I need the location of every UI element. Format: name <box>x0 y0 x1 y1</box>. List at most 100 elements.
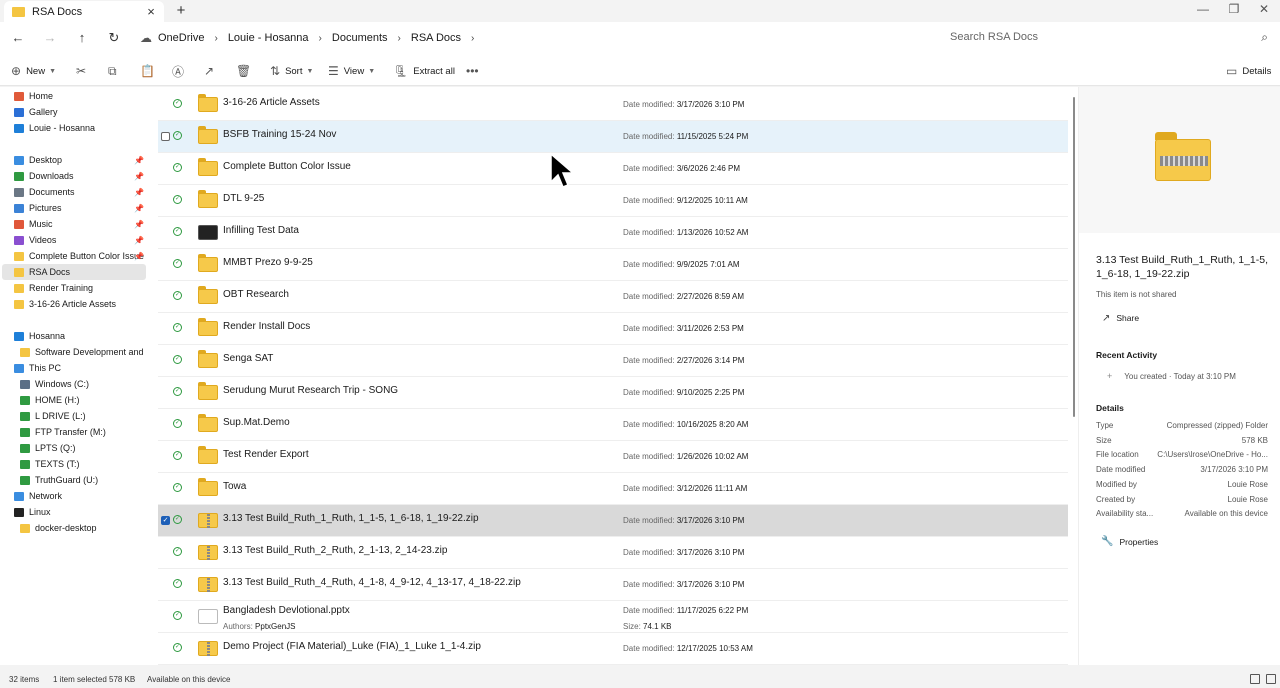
more-options-button[interactable]: ••• <box>466 63 484 79</box>
sidebar-item-home-h[interactable]: HOME (H:) <box>2 392 146 408</box>
pin-icon[interactable]: 📌 <box>134 236 144 245</box>
sidebar-item-complete-button-color-issue[interactable]: Complete Button Color Issue 📌 <box>2 248 146 264</box>
close-window-button[interactable]: ✕ <box>1249 2 1279 18</box>
sync-status-icon: ✓ <box>173 99 182 108</box>
tiles-view-icon[interactable] <box>1266 674 1276 684</box>
pin-icon[interactable]: 📌 <box>134 220 144 229</box>
close-tab-icon[interactable]: × <box>144 4 158 19</box>
sort-button[interactable]: ⇅ Sort ▼ <box>270 63 313 79</box>
chevron-right-icon[interactable]: › <box>471 33 474 44</box>
chevron-right-icon[interactable]: › <box>398 33 401 44</box>
view-button[interactable]: ☰ View ▼ <box>328 63 375 79</box>
chevron-right-icon[interactable]: › <box>214 33 217 44</box>
sidebar-item-3-16-26-article-assets[interactable]: 3-16-26 Article Assets <box>2 296 146 312</box>
search-input[interactable]: Search RSA Docs ⌕ <box>940 28 1274 48</box>
sidebar-item-desktop[interactable]: Desktop 📌 <box>2 152 146 168</box>
file-row[interactable]: ✓ ✓ 3.13 Test Build_Ruth_1_Ruth, 1_1-5, 1_… <box>158 505 1068 537</box>
property-value: 3/17/2026 3:10 PM <box>1200 465 1268 475</box>
file-row[interactable]: ✓ Test Render Export Date modified: 1/26/2… <box>158 441 1068 473</box>
chevron-right-icon[interactable]: › <box>319 33 322 44</box>
sidebar-item-downloads[interactable]: Downloads 📌 <box>2 168 146 184</box>
sidebar-item-videos[interactable]: Videos 📌 <box>2 232 146 248</box>
sidebar-item-label: Windows (C:) <box>35 379 90 389</box>
pin-icon[interactable]: 📌 <box>134 204 144 213</box>
sidebar-item-home[interactable]: Home <box>2 88 146 104</box>
sidebar-item-linux[interactable]: Linux <box>2 504 146 520</box>
pin-icon[interactable]: 📌 <box>134 252 144 261</box>
breadcrumb-onedrive[interactable]: OneDrive <box>158 32 204 44</box>
row-checkbox[interactable] <box>161 132 170 141</box>
file-row[interactable]: ✓ Senga SAT Date modified: 2/27/2026 3:14 … <box>158 345 1068 377</box>
rename-button[interactable]: Ⓐ <box>172 63 189 79</box>
date-modified-value: 2/27/2026 8:59 AM <box>676 292 744 301</box>
paste-button[interactable]: 📋 <box>140 63 160 79</box>
sidebar-item-network[interactable]: Network <box>2 488 146 504</box>
sidebar-item-music[interactable]: Music 📌 <box>2 216 146 232</box>
file-row[interactable]: ✓ Render Install Docs Date modified: 3/11/… <box>158 313 1068 345</box>
scrollbar-thumb[interactable] <box>1073 97 1075 417</box>
sidebar-item-ftp-transfer-m[interactable]: FTP Transfer (M:) <box>2 424 146 440</box>
sidebar-item-louie-hosanna[interactable]: Louie - Hosanna <box>2 120 146 136</box>
breadcrumb-documents[interactable]: Documents <box>332 32 388 44</box>
sidebar-item-render-training[interactable]: Render Training <box>2 280 146 296</box>
new-button[interactable]: ⊕ New ▼ <box>11 63 56 79</box>
file-row[interactable]: ✓ DTL 9-25 Date modified: 9/12/2025 10:11 … <box>158 185 1068 217</box>
file-row[interactable]: ✓ 3.13 Test Build_Ruth_4_Ruth, 4_1-8, 4_9… <box>158 569 1068 601</box>
pin-icon[interactable]: 📌 <box>134 172 144 181</box>
file-row[interactable]: ✓ Infilling Test Data Date modified: 1/13/… <box>158 217 1068 249</box>
file-row[interactable]: ✓ OBT Research Date modified: 2/27/2026 8:… <box>158 281 1068 313</box>
properties-button[interactable]: 🔧 Properties <box>1101 536 1158 547</box>
date-modified-value: 12/17/2025 10:53 AM <box>676 644 753 653</box>
sidebar-item-docker-desktop[interactable]: docker-desktop <box>2 520 146 536</box>
pin-icon[interactable]: 📌 <box>134 188 144 197</box>
sidebar-item-gallery[interactable]: Gallery <box>2 104 146 120</box>
details-pane-button[interactable]: ▭ Details <box>1226 63 1271 79</box>
up-button[interactable]: ↑ <box>74 30 90 46</box>
sidebar-item-this-pc[interactable]: This PC <box>2 360 146 376</box>
sidebar-item-windows-c[interactable]: Windows (C:) <box>2 376 146 392</box>
sidebar-item-pictures[interactable]: Pictures 📌 <box>2 200 146 216</box>
date-modified: Date modified: 3/17/2026 3:10 PM <box>623 580 744 589</box>
back-button[interactable]: ← <box>10 30 26 46</box>
extract-all-button[interactable]: 🗜 Extract all <box>393 63 455 79</box>
sidebar-item-rsa-docs[interactable]: RSA Docs <box>2 264 146 280</box>
file-row[interactable]: ✓ Serudung Murut Research Trip - SONG Date… <box>158 377 1068 409</box>
minimize-button[interactable]: — <box>1188 2 1218 18</box>
share-button[interactable]: ↗ Share <box>1096 310 1145 326</box>
delete-button[interactable]: 🗑 <box>236 63 256 79</box>
file-row[interactable]: ✓ Sup.Mat.Demo Date modified: 10/16/2025 8… <box>158 409 1068 441</box>
sidebar-item-software-development-and-sup[interactable]: Software Development and Sup <box>2 344 146 360</box>
new-tab-button[interactable]: + <box>173 2 189 20</box>
row-checkbox[interactable]: ✓ <box>161 516 170 525</box>
tab-rsa-docs[interactable]: RSA Docs × <box>4 1 164 22</box>
share-button[interactable]: ↗ <box>204 63 219 79</box>
pin-icon[interactable]: 📌 <box>134 156 144 165</box>
sidebar-item-documents[interactable]: Documents 📌 <box>2 184 146 200</box>
file-row[interactable]: ✓ Towa Date modified: 3/12/2026 11:11 AM <box>158 473 1068 505</box>
this-pc-icon <box>14 363 24 373</box>
sidebar-item-label: Music <box>29 219 53 229</box>
file-row[interactable]: ✓ Bangladesh Devlotional.pptx Authors: Ppt… <box>158 601 1068 633</box>
forward-button[interactable]: → <box>42 30 58 46</box>
refresh-button[interactable]: ↻ <box>106 30 122 46</box>
sidebar-item-texts-t[interactable]: TEXTS (T:) <box>2 456 146 472</box>
sidebar-item-lpts-q[interactable]: LPTS (Q:) <box>2 440 146 456</box>
file-row[interactable]: ✓ 3-16-26 Article Assets Date modified: 3/… <box>158 89 1068 121</box>
sync-status-icon: ✓ <box>173 483 182 492</box>
file-row[interactable]: ✓ 3.13 Test Build_Ruth_2_Ruth, 2_1-13, 2_… <box>158 537 1068 569</box>
cut-button[interactable]: ✂ <box>76 63 91 79</box>
restore-button[interactable]: ❐ <box>1219 2 1249 18</box>
file-row[interactable]: ✓ Demo Project (FIA Material)_Luke (FIA)_… <box>158 633 1068 665</box>
copy-button[interactable]: ⧉ <box>108 63 122 79</box>
l-drive-l-icon <box>20 411 30 421</box>
file-row[interactable]: ✓ Complete Button Color Issue Date modifie… <box>158 153 1068 185</box>
sidebar-item-l-drive-l[interactable]: L DRIVE (L:) <box>2 408 146 424</box>
file-row[interactable]: ✓ MMBT Prezo 9-9-25 Date modified: 9/9/202… <box>158 249 1068 281</box>
scrollbar[interactable] <box>1070 87 1078 665</box>
sidebar-item-hosanna[interactable]: Hosanna <box>2 328 146 344</box>
file-row[interactable]: ✓ BSFB Training 15-24 Nov Date modified: 1… <box>158 121 1068 153</box>
breadcrumb-louie-hosanna[interactable]: Louie - Hosanna <box>228 32 309 44</box>
details-view-icon[interactable] <box>1250 674 1260 684</box>
breadcrumb-rsa-docs[interactable]: RSA Docs <box>411 32 461 44</box>
sidebar-item-truthguard-u[interactable]: TruthGuard (U:) <box>2 472 146 488</box>
